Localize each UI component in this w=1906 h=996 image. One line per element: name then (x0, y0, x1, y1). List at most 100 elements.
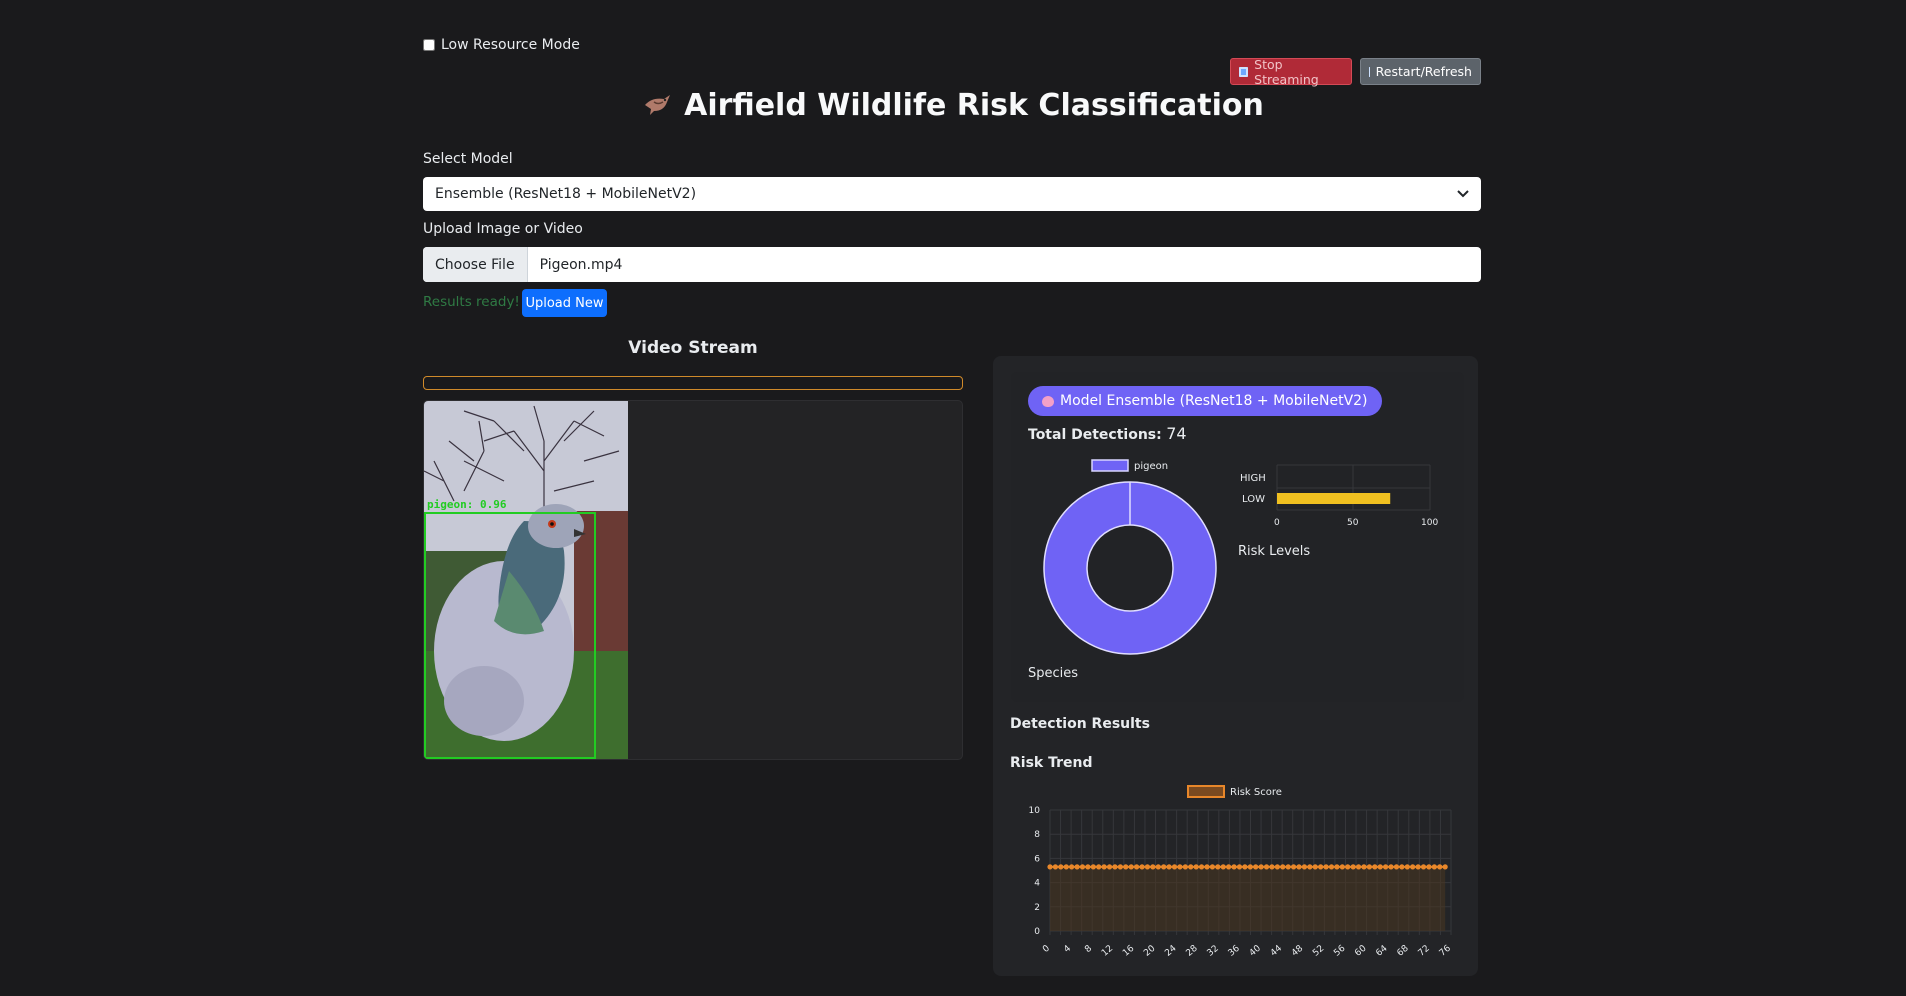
trend-point (1431, 864, 1437, 870)
trend-point (1339, 864, 1345, 870)
trend-point (1193, 864, 1199, 870)
title-text: Airfield Wildlife Risk Classification (684, 88, 1264, 123)
trend-ytick: 10 (1029, 806, 1041, 816)
trend-point (1253, 864, 1259, 870)
trend-point (1361, 864, 1367, 870)
risk-trend-heading: Risk Trend (1010, 755, 1093, 771)
trend-point (1350, 864, 1356, 870)
total-detections-value: 74 (1166, 424, 1187, 443)
risk-xtick-100: 100 (1421, 518, 1438, 528)
trend-point (1383, 864, 1389, 870)
trend-point (1301, 864, 1308, 870)
trend-point (1101, 864, 1107, 870)
trend-point (1345, 864, 1351, 870)
file-name: Pigeon.mp4 (539, 256, 623, 273)
trend-point (1166, 864, 1172, 870)
trend-point (1079, 864, 1086, 870)
trend-point (1144, 864, 1151, 870)
trend-point (1312, 864, 1318, 870)
trend-ytick: 8 (1034, 830, 1040, 840)
upload-new-button[interactable]: Upload New (522, 289, 607, 317)
risk-bar-low (1277, 493, 1391, 504)
trend-xtick: 72 (1417, 944, 1432, 959)
bird-icon (645, 95, 671, 115)
risk-levels-label: Risk Levels (1238, 544, 1311, 559)
trend-point (1437, 864, 1443, 870)
low-resource-label: Low Resource Mode (441, 37, 580, 53)
trend-point (1139, 864, 1145, 870)
risk-levels-chart: HIGH LOW 0 50 100 (1240, 464, 1438, 528)
trend-point (1410, 864, 1416, 870)
trend-xtick: 68 (1396, 943, 1411, 958)
brain-icon (1042, 395, 1054, 407)
choose-file-button[interactable]: Choose File (423, 247, 528, 282)
trend-point (1280, 864, 1286, 870)
trend-xtick: 20 (1142, 943, 1157, 958)
trend-xtick: 28 (1184, 943, 1199, 958)
trend-point (1226, 864, 1232, 870)
trend-point (1150, 864, 1156, 870)
trend-point (1128, 864, 1134, 870)
trend-point (1188, 864, 1194, 870)
low-resource-checkbox[interactable] (423, 39, 435, 51)
species-chart: pigeon (1043, 459, 1217, 655)
trend-point (1372, 864, 1378, 870)
trend-point (1290, 864, 1297, 870)
model-badge: Model Ensemble (ResNet18 + MobileNetV2) (1028, 386, 1382, 416)
trend-xtick: 12 (1100, 944, 1115, 959)
file-input[interactable]: Choose File Pigeon.mp4 (423, 247, 1481, 282)
trend-point (1085, 864, 1091, 870)
stop-streaming-label: Stop Streaming (1254, 56, 1319, 87)
trend-point (1242, 864, 1248, 870)
trend-point (1269, 864, 1275, 870)
trend-ytick: 0 (1034, 927, 1040, 937)
trend-point (1236, 864, 1243, 870)
trend-point (1318, 864, 1324, 870)
trend-point (1047, 864, 1053, 870)
trend-xtick: 52 (1311, 944, 1326, 959)
trend-point (1426, 864, 1432, 870)
trend-point (1171, 864, 1178, 870)
trend-point (1096, 864, 1102, 870)
model-select-value: Ensemble (ResNet18 + MobileNetV2) (435, 186, 697, 202)
risk-xtick-50: 50 (1347, 518, 1359, 528)
model-select[interactable]: Ensemble (ResNet18 + MobileNetV2) (423, 177, 1481, 211)
trend-point (1063, 864, 1069, 870)
trend-point (1404, 864, 1410, 870)
trend-point (1198, 864, 1205, 870)
select-model-label: Select Model (423, 151, 513, 167)
species-label: Species (1028, 666, 1079, 681)
restart-refresh-button[interactable]: Restart/Refresh (1360, 58, 1481, 85)
stream-progress-bar (423, 376, 963, 390)
trend-point (1274, 864, 1280, 870)
trend-point (1106, 864, 1113, 870)
trend-point (1117, 864, 1123, 870)
trend-legend-label: Risk Score (1230, 787, 1282, 798)
trend-point (1377, 864, 1383, 870)
trend-xtick: 36 (1227, 943, 1242, 958)
trend-xtick: 8 (1083, 943, 1094, 955)
trend-xtick: 60 (1353, 943, 1368, 958)
trend-point (1393, 864, 1400, 870)
video-stream-title: Video Stream (628, 338, 758, 358)
trend-xtick: 56 (1332, 943, 1347, 958)
trend-point (1415, 864, 1421, 870)
trend-xtick: 16 (1121, 943, 1136, 958)
trend-point (1058, 864, 1064, 870)
trend-point (1074, 864, 1080, 870)
trend-point (1209, 864, 1215, 870)
trend-xtick: 4 (1062, 943, 1073, 955)
low-resource-toggle[interactable]: Low Resource Mode (423, 37, 580, 53)
trend-point (1258, 864, 1264, 870)
trend-point (1328, 864, 1335, 870)
total-detections: Total Detections: 74 (1028, 424, 1187, 443)
trend-xtick: 64 (1374, 943, 1389, 958)
trend-point (1296, 864, 1302, 870)
video-stream-box: pigeon: 0.96 (423, 400, 963, 760)
trend-point (1388, 864, 1394, 870)
trend-point (1052, 864, 1059, 870)
trend-point (1134, 864, 1140, 870)
trend-point (1215, 864, 1221, 870)
trend-xtick: 32 (1206, 944, 1221, 959)
stop-streaming-button[interactable]: Stop Streaming (1230, 56, 1352, 87)
